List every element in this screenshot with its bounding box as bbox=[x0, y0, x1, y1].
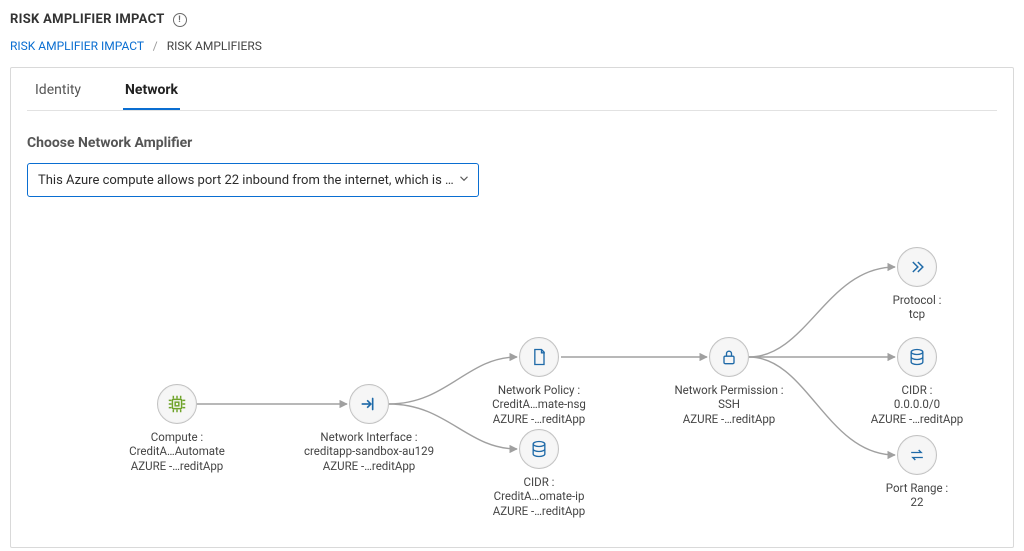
cpu-icon bbox=[157, 384, 197, 424]
arrow-in-icon bbox=[349, 384, 389, 424]
database-icon bbox=[519, 429, 559, 469]
node-nic-line1: creditapp-sandbox-au129 bbox=[304, 444, 434, 458]
node-cidrip-line1: CreditA…omate-ip bbox=[494, 489, 585, 503]
node-perm-line2: AZURE -…reditApp bbox=[683, 412, 776, 426]
node-cidrip-title: CIDR : bbox=[524, 475, 555, 489]
main-panel: Identity Network Choose Network Amplifie… bbox=[10, 67, 1014, 548]
node-cidrip-line2: AZURE -…reditApp bbox=[493, 504, 586, 518]
document-icon bbox=[519, 337, 559, 377]
node-port-title: Port Range : bbox=[886, 481, 948, 495]
database-icon bbox=[897, 337, 937, 377]
tabs: Identity Network bbox=[27, 68, 997, 111]
page-title: RISK AMPLIFIER IMPACT ! bbox=[10, 12, 1014, 27]
node-perm-line1: SSH bbox=[718, 397, 740, 411]
breadcrumb-root[interactable]: RISK AMPLIFIER IMPACT bbox=[10, 39, 144, 53]
node-compute-title: Compute : bbox=[151, 430, 203, 444]
graph-canvas: Compute : CreditA…Automate AZURE -…redit… bbox=[27, 227, 997, 527]
node-nic-title: Network Interface : bbox=[320, 430, 417, 444]
node-cidr-ip[interactable]: CIDR : CreditA…omate-ip AZURE -…reditApp bbox=[469, 429, 609, 518]
amplifier-label: Choose Network Amplifier bbox=[27, 135, 997, 151]
node-perm-title: Network Permission : bbox=[674, 383, 783, 397]
node-protocol-title: Protocol : bbox=[893, 293, 942, 307]
amplifier-select-wrap: This Azure compute allows port 22 inboun… bbox=[27, 163, 479, 197]
node-compute-line2: AZURE -…reditApp bbox=[131, 459, 224, 473]
node-policy-line1: CreditA…mate-nsg bbox=[492, 397, 586, 411]
tab-network[interactable]: Network bbox=[123, 82, 180, 110]
node-protocol[interactable]: Protocol : tcp bbox=[847, 247, 987, 322]
node-policy-title: Network Policy : bbox=[498, 383, 580, 397]
double-chevron-icon bbox=[897, 247, 937, 287]
node-port-range[interactable]: Port Range : 22 bbox=[847, 435, 987, 510]
lock-icon bbox=[709, 337, 749, 377]
node-network-permission[interactable]: Network Permission : SSH AZURE -…reditAp… bbox=[659, 337, 799, 426]
breadcrumb-current: RISK AMPLIFIERS bbox=[167, 39, 262, 53]
node-compute-line1: CreditA…Automate bbox=[129, 444, 225, 458]
node-nic-line2: AZURE -…reditApp bbox=[323, 459, 416, 473]
info-icon[interactable]: ! bbox=[173, 13, 187, 27]
amplifier-select[interactable]: This Azure compute allows port 22 inboun… bbox=[27, 163, 479, 197]
page-title-text: RISK AMPLIFIER IMPACT bbox=[10, 12, 165, 27]
node-network-policy[interactable]: Network Policy : CreditA…mate-nsg AZURE … bbox=[469, 337, 609, 426]
node-compute[interactable]: Compute : CreditA…Automate AZURE -…redit… bbox=[107, 384, 247, 473]
node-cidr-any[interactable]: CIDR : 0.0.0.0/0 AZURE -…reditApp bbox=[847, 337, 987, 426]
node-cidrany-line2: AZURE -…reditApp bbox=[871, 412, 964, 426]
swap-arrows-icon bbox=[897, 435, 937, 475]
tab-identity[interactable]: Identity bbox=[33, 82, 83, 110]
breadcrumb-separator: / bbox=[147, 39, 164, 53]
node-policy-line2: AZURE -…reditApp bbox=[493, 412, 586, 426]
node-cidrany-line1: 0.0.0.0/0 bbox=[894, 397, 940, 411]
node-port-line1: 22 bbox=[911, 495, 924, 509]
breadcrumb: RISK AMPLIFIER IMPACT / RISK AMPLIFIERS bbox=[10, 39, 1014, 53]
node-protocol-line1: tcp bbox=[909, 307, 925, 321]
node-cidrany-title: CIDR : bbox=[902, 383, 933, 397]
node-network-interface[interactable]: Network Interface : creditapp-sandbox-au… bbox=[299, 384, 439, 473]
